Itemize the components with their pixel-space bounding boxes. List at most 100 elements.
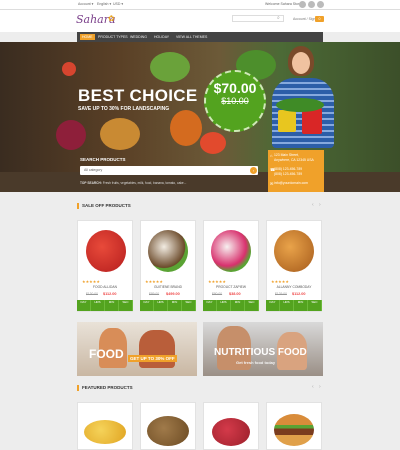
currency-menu[interactable]: USD ▾: [113, 2, 123, 6]
product-name[interactable]: ALLANNY COMBODAY: [266, 285, 322, 289]
search-band: [0, 172, 400, 192]
nav-item-wedding[interactable]: WEDDING: [128, 34, 149, 40]
timer-sec: SEC: [182, 300, 196, 311]
price-old: $10.00: [221, 96, 249, 106]
section-accent-bar: [77, 385, 79, 391]
rating-stars: ★★★★★: [208, 279, 226, 284]
page: Account ▾ English ▾ USD ▾ Welcome Sahara…: [0, 0, 400, 450]
google-plus-icon[interactable]: [317, 1, 324, 8]
header: [0, 10, 400, 32]
email[interactable]: info@yourdomain.com: [274, 181, 308, 185]
countdown-timer: DAY HRS MIN SEC: [266, 300, 322, 311]
nutritious-banner-subtitle: Get fresh food today: [236, 360, 276, 365]
section-accent-bar: [77, 203, 79, 209]
top-search-label: TOP SEARCH:: [80, 181, 102, 185]
timer-hrs: HRS: [91, 300, 105, 311]
nav-item-product-types[interactable]: PRODUCT TYPES: [96, 34, 130, 40]
beet-image: [56, 120, 86, 150]
apple-image: [86, 230, 126, 272]
prev-arrow-icon[interactable]: ‹: [312, 202, 314, 208]
product-new-price: $112.00: [292, 292, 306, 296]
address-line-1: 123 Main Street,: [274, 153, 299, 157]
mail-icon: ✉: [270, 181, 274, 186]
rating-stars: ★★★★★: [145, 279, 163, 284]
spices-image: [274, 230, 314, 272]
nav-item-view-all-themes[interactable]: VIEW ALL THEMES: [174, 34, 209, 40]
pumpkin-image: [170, 110, 202, 146]
product-old-price: $80.00: [212, 292, 223, 296]
countdown-timer: DAY HRS MIN SEC: [203, 300, 259, 311]
next-arrow-icon[interactable]: ›: [319, 202, 321, 208]
radish-image: [62, 62, 76, 76]
hero-banner: [0, 42, 400, 172]
timer-day: DAY: [77, 300, 91, 311]
product-old-price: $89.00: [149, 292, 160, 296]
pear-image: [212, 418, 250, 446]
timer-min: MIN: [231, 300, 245, 311]
lettuce-image: [150, 52, 190, 82]
tomato-image: [200, 132, 226, 154]
product-new-price: $38.00: [229, 292, 241, 296]
plants-image: [276, 98, 324, 112]
yellow-pot-image: [278, 110, 296, 132]
coconut-image: [148, 230, 188, 272]
food-banner-subtitle: GET UP TO 30% OFF: [128, 355, 177, 362]
price-now: $70.00: [213, 80, 257, 96]
search-icon[interactable]: ⌕: [277, 15, 280, 21]
timer-sec: SEC: [119, 300, 133, 311]
timer-hrs: HRS: [280, 300, 294, 311]
account-menu[interactable]: Account ▾: [78, 2, 93, 6]
top-bar: [0, 0, 400, 10]
search-go-button[interactable]: ›: [250, 167, 257, 174]
nav-item-holiday[interactable]: HOLIDAY: [152, 34, 171, 40]
cart-button[interactable]: 0: [315, 16, 324, 22]
address-line-2: Anywhere, CA 12345 USA: [274, 158, 314, 162]
mango-image: [84, 420, 126, 444]
hero-title: BEST CHOICE: [78, 86, 198, 105]
nutritious-banner-title: NUTRITIOUS FOOD: [214, 347, 307, 358]
category-select[interactable]: [80, 166, 258, 175]
featured-section-title: FEATURED PRODUCTS: [82, 385, 133, 390]
product-new-price: $112.00: [103, 292, 117, 296]
burger-image: [274, 414, 314, 446]
countdown-timer: DAY HRS MIN SEC: [77, 300, 133, 311]
top-search-terms: TOP SEARCH: Fresh fruits, vegetables, mi…: [80, 181, 186, 185]
product-old-price: $129.00: [275, 292, 287, 296]
boy-image: [139, 330, 175, 368]
welcome-text: Welcome Sahara Store!: [265, 2, 303, 6]
woman-face: [292, 52, 310, 74]
nav-item-home[interactable]: HOME: [80, 34, 95, 40]
next-arrow-icon[interactable]: ›: [319, 384, 321, 390]
timer-hrs: HRS: [154, 300, 168, 311]
timer-hrs: HRS: [217, 300, 231, 311]
timer-min: MIN: [105, 300, 119, 311]
product-old-price: $130.00: [86, 292, 98, 296]
hero-subtitle: SAVE UP TO 30% FOR LANDSCAPING: [78, 106, 170, 112]
phone-2: (808) 123-456-789: [274, 172, 303, 176]
rating-stars: ★★★★★: [82, 279, 100, 284]
product-name[interactable]: PROOUCT ZAPIEW: [203, 285, 259, 289]
flower-icon: ✿: [108, 14, 115, 23]
timer-sec: SEC: [245, 300, 259, 311]
timer-day: DAY: [203, 300, 217, 311]
search-products-title: SEARCH PRODUCTS: [80, 157, 126, 162]
product-name[interactable]: FOOD ALLIDAN: [77, 285, 133, 289]
twitter-icon[interactable]: [299, 1, 306, 8]
facebook-icon[interactable]: [308, 1, 315, 8]
red-pot-image: [302, 108, 322, 134]
prev-arrow-icon[interactable]: ‹: [312, 384, 314, 390]
bread-image: [100, 118, 140, 150]
top-search-list[interactable]: Fresh fruits, vegetables, milk, food, ba…: [103, 181, 187, 185]
sale-section-title: SALE OFF PRODUCTS: [82, 203, 131, 208]
category-select-value: All category: [84, 168, 103, 172]
rating-stars: ★★★★★: [271, 279, 289, 284]
timer-day: DAY: [140, 300, 154, 311]
product-name[interactable]: GUITIENE BRAND: [140, 285, 196, 289]
product-new-price: $499.00: [166, 292, 180, 296]
phone-1: (808) 123-456-789: [274, 167, 303, 171]
location-icon: ⌂: [270, 153, 273, 158]
food-banner-title: FOOD: [89, 347, 124, 361]
timer-day: DAY: [266, 300, 280, 311]
timer-sec: SEC: [308, 300, 322, 311]
language-menu[interactable]: English ▾: [97, 2, 111, 6]
